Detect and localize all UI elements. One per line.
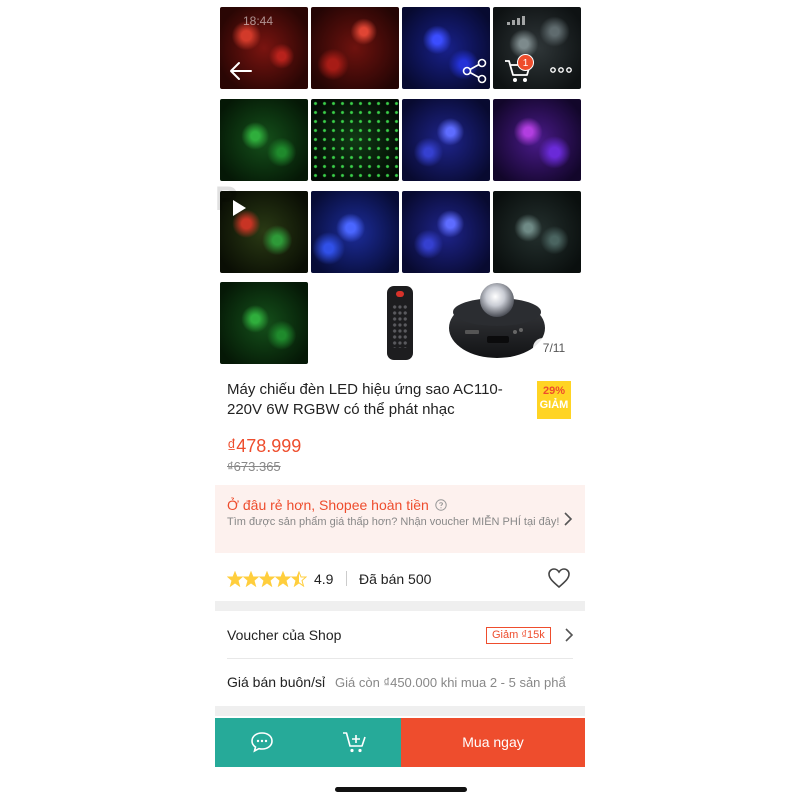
rating-stars	[227, 571, 307, 587]
arrow-left-icon[interactable]	[227, 58, 255, 84]
gallery-tile	[311, 99, 399, 181]
section-divider	[215, 706, 585, 716]
play-icon[interactable]	[225, 195, 251, 221]
row-divider	[227, 658, 573, 659]
product-title: Máy chiếu đèn LED hiệu ứng sao AC110-220…	[227, 381, 503, 418]
voucher-label: Voucher của Shop	[227, 627, 342, 643]
divider	[346, 571, 347, 586]
guarantee-description: Tìm được sản phẩm giá thấp hơn? Nhận vou…	[227, 516, 560, 528]
discount-percent: 29%	[542, 385, 566, 397]
wholesale-label: Giá bán buôn/sỉ	[227, 674, 326, 690]
buy-now-button[interactable]: Mua ngay	[401, 718, 585, 767]
gallery-tile	[311, 7, 399, 89]
cart-count-badge: 1	[517, 54, 534, 71]
help-icon[interactable]	[435, 499, 447, 511]
share-icon[interactable]	[461, 58, 489, 84]
rating-row[interactable]: 4.9 Đã bán 500	[215, 555, 585, 601]
status-time: 18:44	[243, 14, 274, 28]
wholesale-price-row[interactable]: Giá bán buôn/sỉ Giá còn ₫450.000 khi mua…	[215, 660, 585, 704]
add-to-cart-button[interactable]	[308, 718, 401, 767]
discount-badge: 29% GIẢM	[537, 381, 571, 419]
signal-icon	[507, 15, 537, 25]
chat-button[interactable]	[215, 718, 308, 767]
gallery-tile	[493, 191, 581, 273]
gallery-tile	[402, 99, 490, 181]
gallery-tile	[493, 99, 581, 181]
discount-label: GIẢM	[539, 399, 569, 411]
shop-voucher-row[interactable]: Voucher của Shop Giảm ₫15k	[215, 612, 585, 658]
remote-control-image	[387, 286, 413, 360]
cart-plus-icon	[343, 732, 366, 753]
more-dots-icon[interactable]	[547, 60, 575, 80]
section-divider	[215, 601, 585, 611]
wholesale-value: Giá còn ₫450.000 khi mua 2 - 5 sản phẩ	[335, 675, 566, 690]
price-guarantee-banner[interactable]: Ở đâu rẻ hơn, Shopee hoàn tiền Tìm được …	[215, 485, 585, 553]
gallery-tile	[220, 282, 308, 364]
sold-count: Đã bán 500	[359, 571, 432, 587]
current-price: ₫478.999	[227, 436, 302, 456]
rating-value: 4.9	[314, 571, 334, 587]
product-image-gallery[interactable]: 18:44 P 7/11 1	[215, 0, 585, 370]
voucher-tag[interactable]: Giảm ₫15k	[486, 627, 551, 644]
original-price: ₫673.365	[227, 459, 281, 474]
chevron-right-icon	[564, 512, 573, 526]
bottom-action-bar: Mua ngay	[215, 718, 585, 767]
gallery-tile	[220, 99, 308, 181]
chat-icon	[251, 732, 273, 753]
home-indicator	[335, 787, 467, 792]
product-page: 18:44 P 7/11 1 Máy chiếu đèn LED hiệu ứn…	[215, 0, 585, 800]
gallery-tile	[311, 191, 399, 273]
heart-icon[interactable]	[547, 567, 571, 589]
gallery-tile	[402, 191, 490, 273]
chevron-right-icon	[565, 628, 574, 642]
image-counter: 7/11	[533, 338, 575, 358]
guarantee-title: Ở đâu rẻ hơn, Shopee hoàn tiền	[227, 497, 429, 513]
projector-image	[449, 283, 545, 358]
